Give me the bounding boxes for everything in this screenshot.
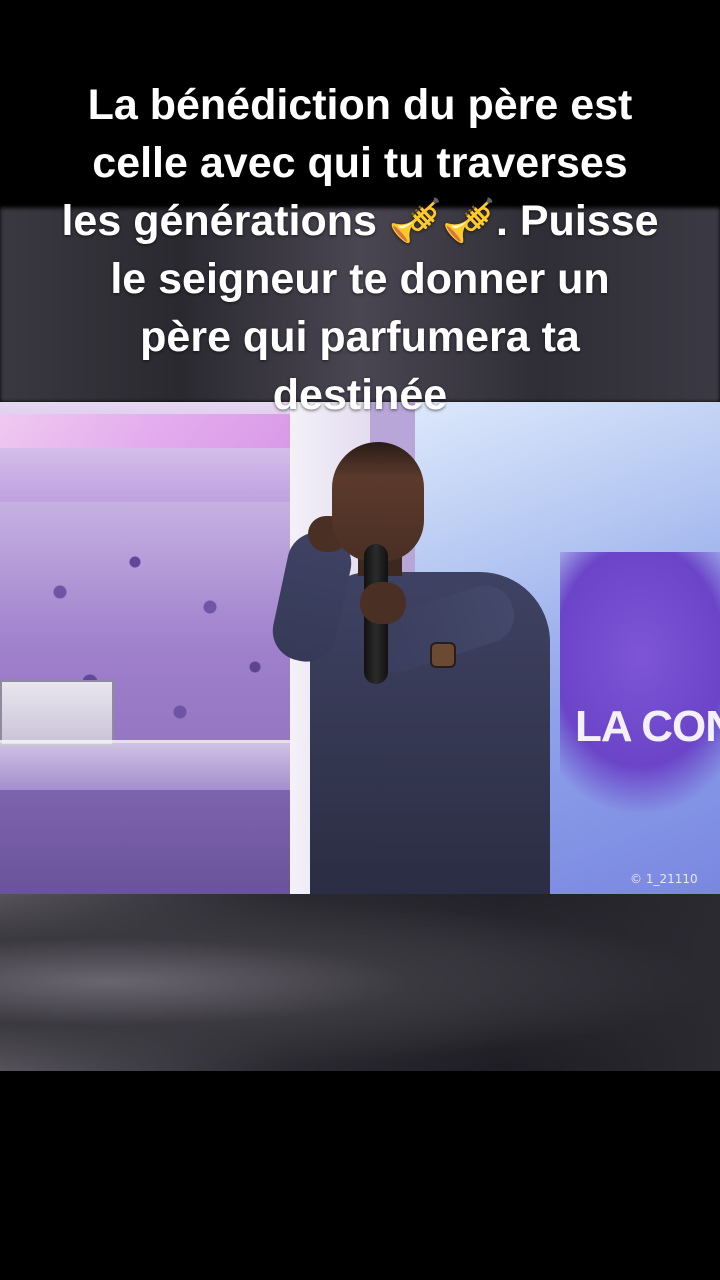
caption-line-3: les générations 🎺🎺. Puisse xyxy=(20,192,700,250)
laptop xyxy=(0,680,114,746)
blurred-backdrop-bottom xyxy=(0,893,720,1071)
preacher-photo: LA CON © 1_21110 xyxy=(0,402,720,894)
stage-floor xyxy=(0,790,300,894)
world-map-graphic xyxy=(560,552,720,812)
caption-line-5: père qui parfumera ta xyxy=(140,313,580,361)
wristwatch xyxy=(430,642,456,668)
photo-watermark: © 1_21110 xyxy=(630,872,698,886)
caption-line-1: La bénédiction du père est xyxy=(87,81,633,129)
caption-line-4: le seigneur te donner un xyxy=(110,255,610,303)
video-screen[interactable]: LA CON © 1_21110 La bénédiction du père … xyxy=(0,0,720,1280)
caption-line-6: destinée xyxy=(272,371,448,419)
caption-line-3-end: . Puisse xyxy=(495,197,659,245)
caption-line-3-start: les générations xyxy=(61,197,389,245)
microphone-hand xyxy=(360,582,406,624)
led-screen-text: LA CON xyxy=(575,702,720,751)
caption-line-2: celle avec qui tu traverses xyxy=(92,139,628,187)
preacher xyxy=(267,432,560,894)
glass-table xyxy=(0,740,290,793)
trumpet-emoji: 🎺🎺 xyxy=(388,196,496,246)
video-caption: La bénédiction du père est celle avec qu… xyxy=(20,76,700,424)
